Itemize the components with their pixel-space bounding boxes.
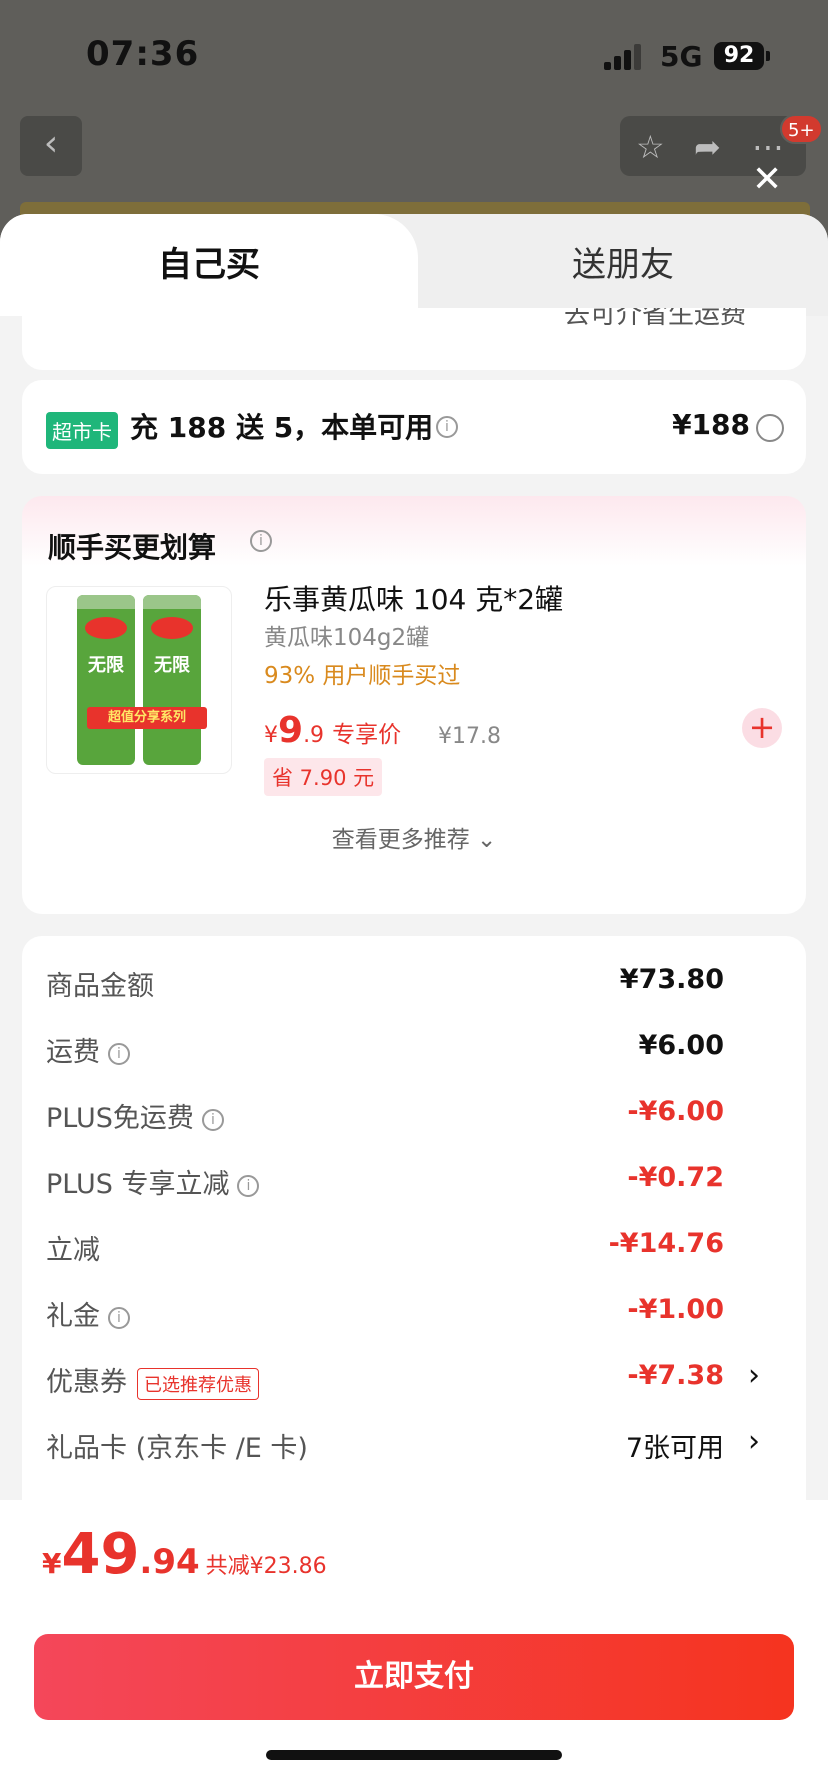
summary-row-plus-free-shipping: PLUS免运费 i -¥6.00 (46, 1096, 724, 1134)
price-summary-card: 商品金额 ¥73.80 运费 i ¥6.00 PLUS免运费 i -¥6.00 PL… (22, 936, 806, 1536)
info-icon[interactable]: i (237, 1174, 260, 1197)
home-indicator (266, 1750, 562, 1760)
summary-row-instant-discount: 立减 -¥14.76 (46, 1228, 724, 1266)
chevron-right-icon: › (748, 1424, 760, 1459)
message-badge: 5+ (780, 114, 823, 144)
tab-bar: 送朋友 自己买 (0, 214, 828, 316)
addon-title: 顺手买更划算 (48, 531, 217, 564)
chevron-right-icon: › (748, 1358, 760, 1393)
status-time: 07:36 (86, 34, 200, 74)
tab-gift-friend[interactable]: 送朋友 (418, 214, 828, 316)
chip-can-left: 无限 (77, 595, 135, 765)
total-saved: 共减¥23.86 (205, 1554, 327, 1579)
see-more-link[interactable]: 查看更多推荐 ⌄ (22, 820, 806, 854)
summary-row-gift-money: 礼金 i -¥1.00 (46, 1294, 724, 1332)
battery-tip (766, 51, 770, 61)
product-thumbnail[interactable]: 无限 无限 超值分享系列 (46, 586, 232, 774)
info-icon[interactable]: i (436, 416, 458, 438)
recharge-offer-text: 充 188 送 5，本单可用 (130, 411, 434, 444)
info-icon[interactable]: i (108, 1306, 130, 1329)
summary-row-plus-discount: PLUS 专享立减 i -¥0.72 (46, 1162, 724, 1200)
original-price: ¥17.8 (438, 724, 501, 749)
summary-row-goods: 商品金额 ¥73.80 (46, 964, 724, 1002)
recommended-coupon-tag: 已选推荐优惠 (137, 1367, 259, 1400)
recharge-radio[interactable] (756, 414, 784, 442)
battery-icon: 92 (714, 42, 764, 70)
summary-row-shipping: 运费 i ¥6.00 (46, 1030, 724, 1068)
pay-now-button[interactable]: 立即支付 (34, 1634, 794, 1720)
network-label: 5G (660, 40, 703, 73)
close-icon[interactable]: ✕ (752, 160, 782, 200)
status-bar: 07:36 5G 92 (0, 0, 828, 110)
tab-buy-self[interactable]: 自己买 (0, 214, 418, 316)
summary-row-coupon[interactable]: 优惠券 已选推荐优惠 -¥7.38 › (46, 1356, 782, 1400)
peek-text: 去可介省生运费 (563, 308, 746, 330)
chevron-left-icon: ‹ (43, 123, 59, 164)
info-icon[interactable]: i (250, 530, 272, 552)
info-icon[interactable]: i (201, 1108, 224, 1131)
share-icon[interactable]: ➦ (694, 128, 721, 166)
add-to-cart-button[interactable]: + (742, 708, 782, 748)
signal-icon (604, 44, 644, 70)
supermarket-card-tag: 超市卡 (46, 412, 118, 449)
summary-row-gift-card[interactable]: 礼品卡 (京东卡 /E 卡) 7张可用 › (46, 1422, 782, 1464)
recharge-card[interactable]: 超市卡 充 188 送 5，本单可用 i ¥188 (22, 380, 806, 474)
chip-can-right: 无限 (143, 595, 201, 765)
addon-recommend-card: 顺手买更划算 i 无限 无限 超值分享系列 乐事黄瓜味 104 克*2罐 黄瓜味… (22, 496, 806, 914)
product-banner: 超值分享系列 (87, 707, 207, 729)
checkout-footer: ¥49.94 共减¥23.86 立即支付 (0, 1500, 828, 1792)
previous-card-peek: 去可介省生运费 (22, 308, 806, 370)
star-icon[interactable]: ☆ (636, 128, 665, 166)
savings-tag: 省 7.90 元 (264, 758, 383, 796)
product-price: ¥9.9 专享价 (264, 710, 402, 751)
recharge-price: ¥188 (672, 408, 750, 441)
checkout-sheet: 送朋友 自己买 去可介省生运费 超市卡 充 188 送 5，本单可用 i ¥18… (0, 214, 828, 1792)
purchase-stat: 93% 用户顺手买过 (264, 663, 461, 689)
total-price: ¥49.94 共减¥23.86 (42, 1522, 327, 1587)
back-button[interactable]: ‹ (20, 116, 82, 176)
product-name[interactable]: 乐事黄瓜味 104 克*2罐 (264, 578, 563, 618)
product-spec: 黄瓜味104g2罐 (264, 625, 430, 651)
info-icon[interactable]: i (108, 1042, 130, 1065)
